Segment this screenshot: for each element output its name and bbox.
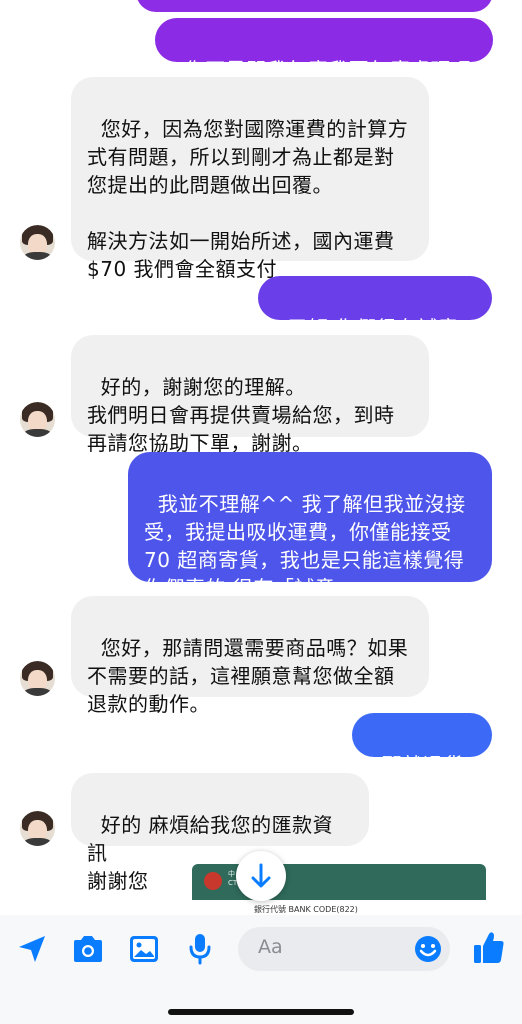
message-bubble-incoming[interactable]: 好的，謝謝您的理解。 我們明日會再提供賣場給您，到時 再請您協助下單，謝謝。 <box>71 335 429 455</box>
message-input-placeholder: Aa <box>258 936 283 958</box>
message-text: 您好，因為您對國際運費的計算方 式有問題，所以到剛才為止都是對 您提出的此問題做… <box>87 117 409 281</box>
emoji-icon[interactable] <box>413 934 443 964</box>
message-bubble-outgoing[interactable]: 我並不理解^^ 我了解但我並沒接 受，我提出吸收運費，你僅能接受 70 超商寄貨… <box>128 452 492 600</box>
message-bubble-incoming[interactable]: 好的 麻煩給我您的匯款資訊 謝謝您 <box>71 773 369 893</box>
message-text: 好的，謝謝您的理解。 我們明日會再提供賣場給您，到時 再請您協助下單，謝謝。 <box>87 375 395 455</box>
bank-logo-icon <box>204 872 222 890</box>
message-input[interactable]: Aa <box>238 927 450 971</box>
gallery-icon[interactable] <box>128 934 160 964</box>
contact-avatar[interactable] <box>20 661 55 696</box>
contact-avatar[interactable] <box>20 402 55 437</box>
message-text: 您好，那請問還需要商品嗎？如果 不需要的話，這裡願意幫您做全額 退款的動作。 <box>87 636 409 716</box>
message-text: 那就退貨吧 <box>368 753 464 805</box>
contact-avatar[interactable] <box>20 811 55 846</box>
bank-code-label: 銀行代號 BANK CODE(822) <box>254 905 358 914</box>
camera-icon[interactable] <box>71 934 105 964</box>
message-text: 我並不理解^^ 我了解但我並沒接 受，我提出吸收運費，你僅能接受 70 超商寄貨… <box>144 492 466 600</box>
thumbs-up-icon[interactable] <box>472 930 506 966</box>
microphone-icon[interactable] <box>187 932 213 966</box>
contact-avatar[interactable] <box>20 225 55 260</box>
message-bubble-outgoing[interactable]: 那就退貨吧 <box>352 713 492 805</box>
home-indicator <box>168 1009 354 1015</box>
message-bubble-outgoing[interactable] <box>136 0 493 12</box>
scroll-to-bottom-button[interactable] <box>236 851 286 901</box>
message-bubble-outgoing[interactable]: 了解 你們很有誠意^^ <box>258 276 492 368</box>
message-bubble-incoming[interactable]: 您好，因為您對國際運費的計算方 式有問題，所以到剛才為止都是對 您提出的此問題做… <box>71 77 429 281</box>
location-arrow-icon[interactable] <box>17 934 47 964</box>
message-bubble-incoming[interactable]: 您好，那請問還需要商品嗎？如果 不需要的話，這裡願意幫您做全額 退款的動作。 <box>71 596 429 716</box>
message-bubble-outgoing[interactable]: 你不是問我怎麼我要怎麼處理嗎 <box>155 18 493 82</box>
arrow-down-icon <box>251 863 271 888</box>
